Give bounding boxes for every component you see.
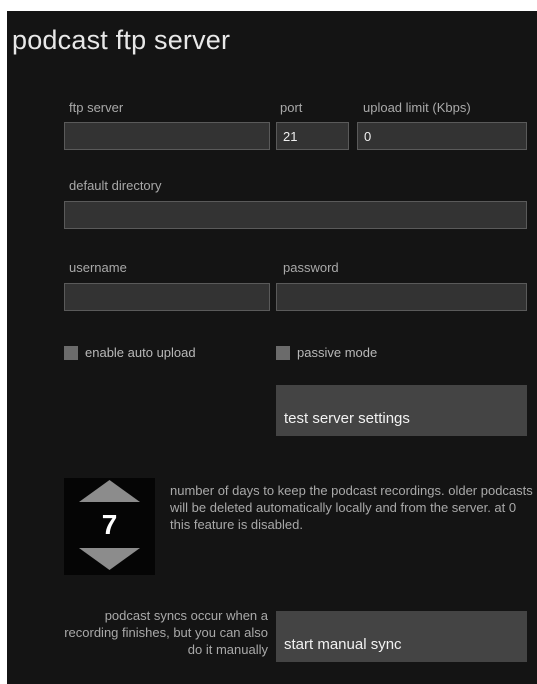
- days-stepper[interactable]: 7: [64, 478, 155, 575]
- port-label: port: [280, 100, 303, 115]
- upload-limit-label: upload limit (Kbps): [363, 100, 471, 115]
- settings-panel: podcast ftp server ftp server port uploa…: [7, 11, 537, 684]
- down-arrow-icon[interactable]: [79, 548, 140, 570]
- password-label: password: [283, 260, 339, 275]
- default-directory-label: default directory: [69, 178, 162, 193]
- port-input[interactable]: 21: [276, 122, 349, 150]
- checkbox-box-icon[interactable]: [64, 345, 78, 360]
- auto-upload-checkbox[interactable]: enable auto upload: [64, 345, 196, 360]
- days-value: 7: [101, 509, 118, 540]
- username-label: username: [69, 260, 127, 275]
- start-manual-sync-label: start manual sync: [284, 636, 402, 653]
- password-input[interactable]: [276, 283, 527, 311]
- sync-note: podcast syncs occur when a recording fin…: [64, 608, 268, 657]
- start-manual-sync-button[interactable]: start manual sync: [276, 611, 527, 662]
- retention-description: number of days to keep the podcast recor…: [170, 483, 533, 532]
- test-server-settings-label: test server settings: [284, 410, 410, 427]
- upload-limit-input[interactable]: 0: [357, 122, 527, 150]
- default-directory-input[interactable]: [64, 201, 527, 229]
- page-title: podcast ftp server: [12, 25, 231, 55]
- auto-upload-label: enable auto upload: [85, 345, 196, 360]
- up-arrow-icon[interactable]: [79, 480, 140, 502]
- username-input[interactable]: [64, 283, 270, 311]
- ftp-server-input[interactable]: [64, 122, 270, 150]
- checkbox-box-icon[interactable]: [276, 345, 290, 360]
- passive-mode-checkbox[interactable]: passive mode: [276, 345, 377, 360]
- test-server-settings-button[interactable]: test server settings: [276, 385, 527, 436]
- ftp-server-label: ftp server: [69, 100, 124, 115]
- passive-mode-label: passive mode: [297, 345, 378, 360]
